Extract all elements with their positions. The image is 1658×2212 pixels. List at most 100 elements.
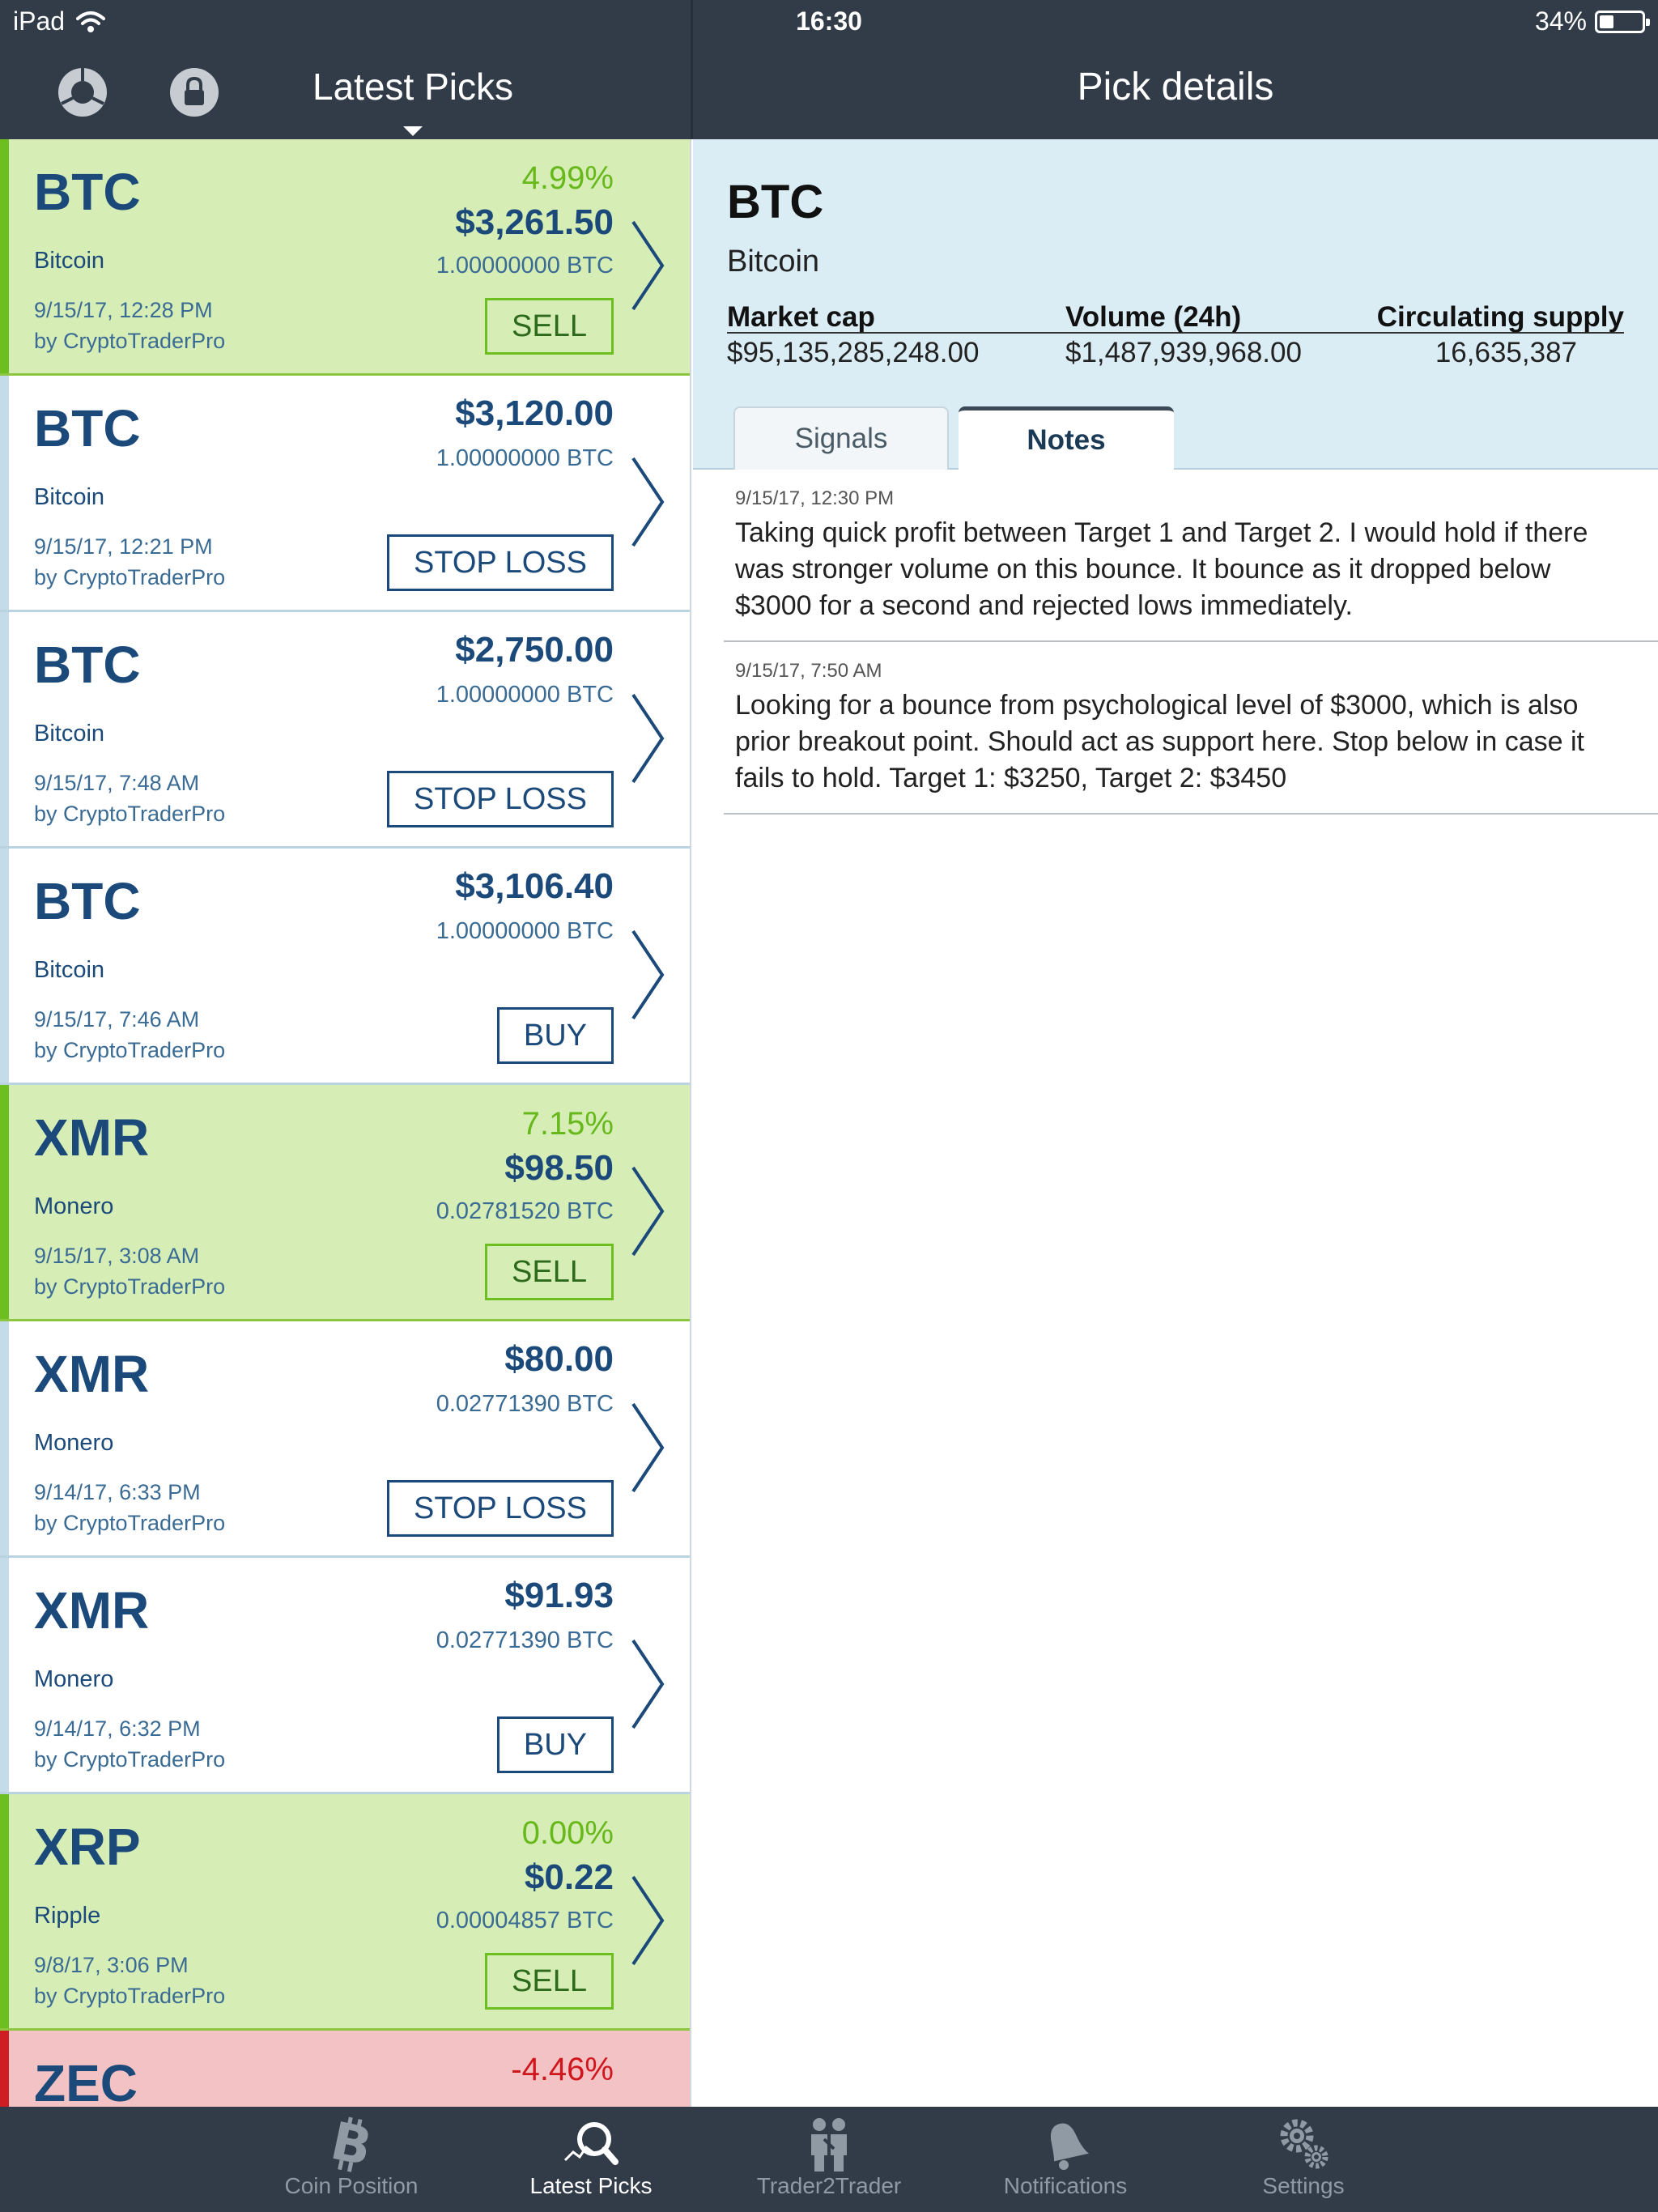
pick-coin-name: Ripple <box>34 1903 101 1929</box>
picks-list[interactable]: BTC Bitcoin 9/15/17, 12:28 PM by CryptoTrad… <box>0 139 691 2107</box>
stat-header-market-cap: Market cap <box>727 301 875 333</box>
pick-btc-amount: 1.00000000 BTC <box>436 445 614 471</box>
pick-date: 9/14/17, 6:33 PM <box>34 1480 201 1504</box>
note-item: 9/15/17, 7:50 AM Looking for a bounce fr… <box>724 642 1658 815</box>
pick-symbol: XMR <box>34 1108 150 1167</box>
tab-label: Settings <box>1262 2173 1345 2198</box>
pick-row[interactable]: XMR Monero 9/15/17, 3:08 AM by CryptoTrader… <box>0 1085 690 1321</box>
status-right: 34% <box>1534 6 1650 36</box>
dropdown-caret-icon[interactable] <box>403 126 423 136</box>
pick-author: by CryptoTraderPro <box>34 802 226 826</box>
bottom-tab-bar: B Coin Position Latest Picks Trader2Trad… <box>0 2107 1658 2212</box>
pick-row[interactable]: BTC Bitcoin 9/15/17, 7:46 AM by CryptoTrade… <box>0 849 690 1085</box>
stat-header-supply: Circulating supply <box>1376 301 1624 333</box>
detail-tabs: Signals Notes <box>733 406 1174 470</box>
stats-value-row: $95,135,285,248.00 $1,487,939,968.00 16,… <box>727 334 1624 374</box>
tab-label: Trader2Trader <box>756 2173 902 2198</box>
pick-action-button[interactable]: BUY <box>496 1716 614 1773</box>
pick-detail-summary: BTC Bitcoin Market cap Volume (24h) Circ… <box>693 139 1658 470</box>
chevron-right-icon[interactable] <box>628 1163 667 1260</box>
bell-icon <box>1050 2123 1090 2170</box>
tab-settings[interactable]: Settings <box>1206 2107 1401 2212</box>
status-stripe <box>0 1558 9 1792</box>
tab-label: Notifications <box>1003 2173 1128 2198</box>
pick-price: $2,750.00 <box>455 630 614 670</box>
pick-price: $3,106.40 <box>455 866 614 906</box>
pick-symbol: BTC <box>34 399 141 457</box>
tab-label: Latest Picks <box>529 2173 653 2198</box>
chevron-right-icon[interactable] <box>628 1399 667 1496</box>
tab-signals[interactable]: Signals <box>733 406 949 470</box>
refresh-donut-icon[interactable] <box>55 65 110 120</box>
pick-row[interactable]: XRP Ripple 9/8/17, 3:06 PM by CryptoTraderP… <box>0 1794 690 2031</box>
status-stripe <box>0 2031 9 2107</box>
pick-action-button[interactable]: STOP LOSS <box>386 534 614 591</box>
left-header-title[interactable]: Latest Picks <box>251 65 575 108</box>
pick-row[interactable]: BTC Bitcoin 9/15/17, 12:28 PM by CryptoTrad… <box>0 139 690 376</box>
pick-author: by CryptoTraderPro <box>34 565 226 589</box>
pick-action-button[interactable]: SELL <box>485 1953 614 2010</box>
pick-action-button[interactable]: SELL <box>485 1244 614 1300</box>
battery-percent: 34% <box>1534 6 1587 36</box>
pick-btc-amount: 1.00000000 BTC <box>436 918 614 944</box>
latest-picks-header: Latest Picks <box>0 45 691 139</box>
note-date: 9/15/17, 7:50 AM <box>735 660 882 682</box>
pick-symbol: BTC <box>34 163 141 221</box>
pick-percent-change: -4.46% <box>511 2052 614 2087</box>
pick-row[interactable]: XMR Monero 9/14/17, 6:32 PM by CryptoTrader… <box>0 1558 690 1794</box>
pick-row[interactable]: ZEC -4.46% <box>0 2031 690 2107</box>
status-stripe <box>0 376 9 610</box>
pick-btc-amount: 1.00000000 BTC <box>436 253 614 279</box>
pick-date: 9/15/17, 3:08 AM <box>34 1244 200 1268</box>
chevron-right-icon[interactable] <box>628 1636 667 1733</box>
chevron-right-icon[interactable] <box>628 453 667 551</box>
pick-price: $3,120.00 <box>455 393 614 433</box>
pick-percent-change: 0.00% <box>521 1815 614 1851</box>
pick-date: 9/15/17, 7:48 AM <box>34 771 200 795</box>
status-stripe <box>0 139 9 373</box>
note-text: Taking quick profit between Target 1 and… <box>735 517 1588 621</box>
status-time: 16:30 <box>796 6 862 36</box>
stat-header-volume: Volume (24h) <box>1065 301 1242 333</box>
pick-row[interactable]: BTC Bitcoin 9/15/17, 12:21 PM by CryptoTrad… <box>0 376 690 612</box>
detail-symbol: BTC <box>727 176 824 228</box>
tab-latest-picks[interactable]: Latest Picks <box>494 2107 688 2212</box>
pick-date: 9/14/17, 6:32 PM <box>34 1716 201 1741</box>
pick-action-button[interactable]: BUY <box>496 1007 614 1064</box>
tab-notes[interactable]: Notes <box>959 406 1174 470</box>
pick-action-button[interactable]: STOP LOSS <box>386 1480 614 1537</box>
pick-row[interactable]: XMR Monero 9/14/17, 6:33 PM by CryptoTrader… <box>0 1321 690 1558</box>
pick-price: $80.00 <box>504 1339 614 1379</box>
right-header-title: Pick details <box>1077 66 1274 108</box>
note-text: Looking for a bounce from psychological … <box>735 690 1584 793</box>
lock-icon[interactable] <box>167 65 222 120</box>
tab-notifications[interactable]: Notifications <box>968 2107 1163 2212</box>
pick-date: 9/15/17, 7:46 AM <box>34 1007 200 1032</box>
note-item: 9/15/17, 12:30 PM Taking quick profit be… <box>724 470 1658 642</box>
status-stripe <box>0 1085 9 1319</box>
pick-btc-amount: 0.02771390 BTC <box>436 1391 614 1417</box>
pick-symbol: BTC <box>34 872 141 930</box>
tab-trader2trader[interactable]: Trader2Trader <box>732 2107 926 2212</box>
pick-action-button[interactable]: SELL <box>485 298 614 355</box>
chevron-right-icon[interactable] <box>628 690 667 787</box>
chevron-right-icon[interactable] <box>628 926 667 1023</box>
pick-row[interactable]: BTC Bitcoin 9/15/17, 7:48 AM by CryptoTrade… <box>0 612 690 849</box>
pick-coin-name: Monero <box>34 1193 114 1219</box>
pick-author: by CryptoTraderPro <box>34 1511 226 1535</box>
pick-percent-change: 7.15% <box>521 1106 614 1142</box>
pick-btc-amount: 0.02781520 BTC <box>436 1198 614 1224</box>
pick-symbol: XMR <box>34 1581 150 1640</box>
search-chart-icon <box>563 2122 619 2165</box>
pick-action-button[interactable]: STOP LOSS <box>386 771 614 827</box>
tab-coin-position[interactable]: B Coin Position <box>254 2107 449 2212</box>
chevron-right-icon[interactable] <box>628 1872 667 1969</box>
pick-coin-name: Monero <box>34 1666 114 1692</box>
pick-symbol: XRP <box>34 1818 141 1876</box>
status-stripe <box>0 1321 9 1555</box>
chevron-right-icon[interactable] <box>628 217 667 314</box>
status-stripe <box>0 612 9 846</box>
battery-icon <box>1595 10 1650 33</box>
pick-price: $3,261.50 <box>455 202 614 242</box>
status-bar: iPad 16:30 34% <box>0 0 1658 45</box>
